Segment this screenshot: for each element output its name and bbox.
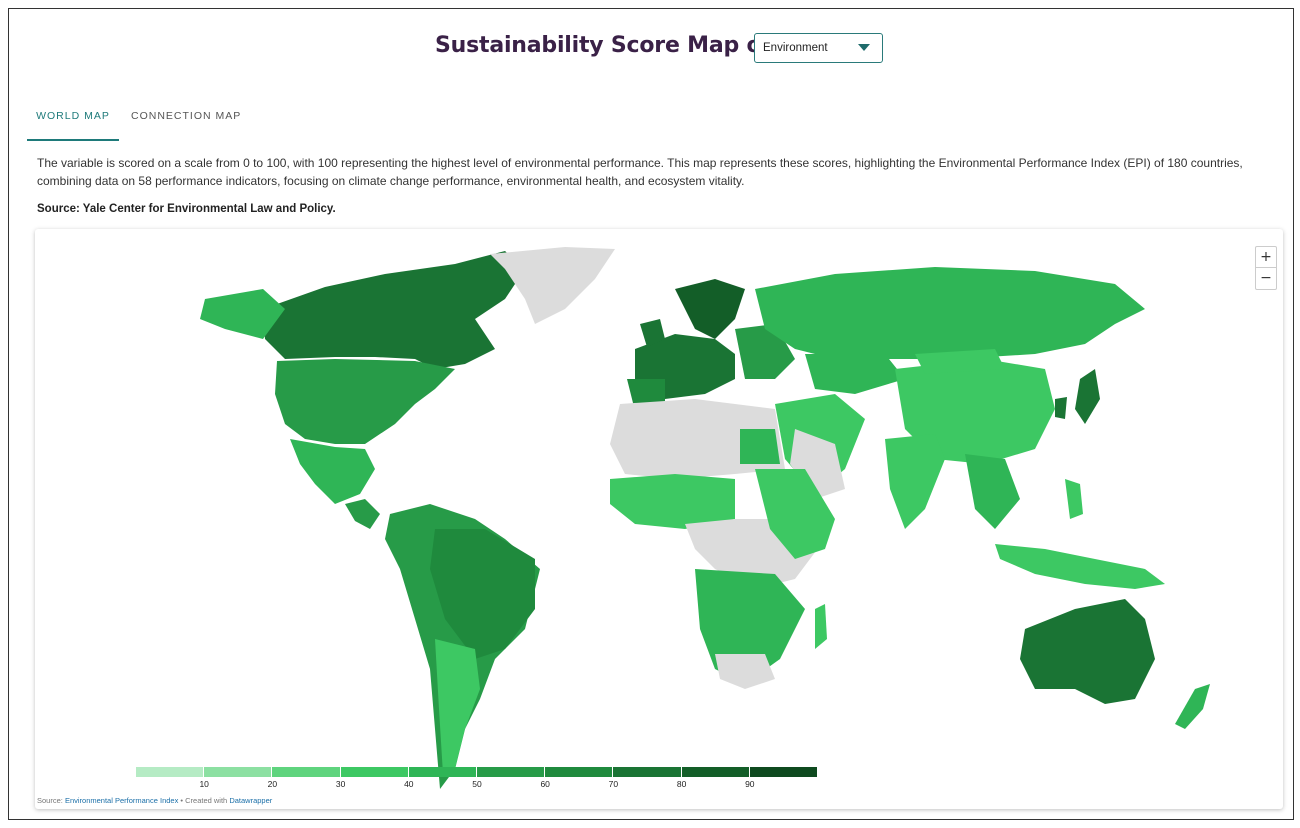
legend-tick-label: 20 [267,779,278,789]
page-frame: Sustainability Score Map of Environment … [8,8,1294,820]
west-africa-shape [610,474,735,529]
usa-shape [275,359,455,444]
scandinavia-shape [675,279,745,339]
legend-segment [272,767,341,777]
south-africa-shape [715,654,775,689]
datawrapper-link[interactable]: Datawrapper [229,796,272,805]
legend-segment [408,767,477,777]
legend-tick-label: 10 [199,779,209,789]
southeast-asia-shape [965,454,1020,529]
legend-tick-label: 70 [608,779,619,789]
map-card: + − 10 20 30 40 50 60 70 80 90 Source: Environme… [35,229,1283,809]
india-shape [885,434,945,529]
legend-tick-label: 90 [745,779,755,789]
page-title: Sustainability Score Map of [435,33,771,58]
source-note: Source: Yale Center for Environmental La… [37,203,336,215]
tab-connection-map[interactable]: CONNECTION MAP [131,103,241,141]
legend-segment [545,767,614,777]
australia-shape [1020,599,1155,704]
legend-segment [204,767,273,777]
egypt-shape [740,429,780,464]
tab-world-map[interactable]: WORLD MAP [27,103,119,141]
madagascar-shape [815,604,827,649]
legend-tick-label: 80 [676,779,687,789]
zoom-controls: + − [1255,246,1277,290]
kazakhstan-shape [805,354,905,394]
variable-select[interactable]: Environment [754,33,883,63]
legend-tick-label: 50 [472,779,482,789]
chevron-down-icon [858,44,870,51]
header: Sustainability Score Map of Environment [9,31,1293,67]
credits-prefix: Source: [37,796,65,805]
zoom-in-button[interactable]: + [1256,247,1276,268]
new-zealand-shape [1175,684,1210,729]
map-tabs: WORLD MAP CONNECTION MAP [27,103,1289,141]
legend-color-bar [136,767,818,777]
legend-segment [613,767,682,777]
legend-tick-label: 60 [540,779,550,789]
legend-tick-label: 40 [404,779,414,789]
legend-segment [476,767,546,777]
map-credits: Source: Environmental Performance Index … [37,796,272,805]
philippines-shape [1065,479,1083,519]
map-legend: 10 20 30 40 50 60 70 80 90 [136,767,818,797]
legend-segment [340,767,409,777]
world-map[interactable] [35,229,1283,809]
legend-segment [136,767,205,777]
central-america-shape [345,499,380,529]
legend-segment [749,767,818,777]
canada-shape [263,251,525,369]
mexico-shape [290,439,375,504]
japan-shape [1075,369,1100,424]
zoom-out-button[interactable]: − [1256,268,1276,289]
map-description: The variable is scored on a scale from 0… [37,156,1243,188]
legend-segment [681,767,750,777]
credits-middle: • Created with [178,796,230,805]
indonesia-shape [995,544,1165,589]
variable-select-value: Environment [763,42,828,54]
korea-shape [1055,397,1067,419]
source-link[interactable]: Environmental Performance Index [65,796,178,805]
legend-tick-label: 30 [335,779,346,789]
russia-shape [755,267,1145,359]
